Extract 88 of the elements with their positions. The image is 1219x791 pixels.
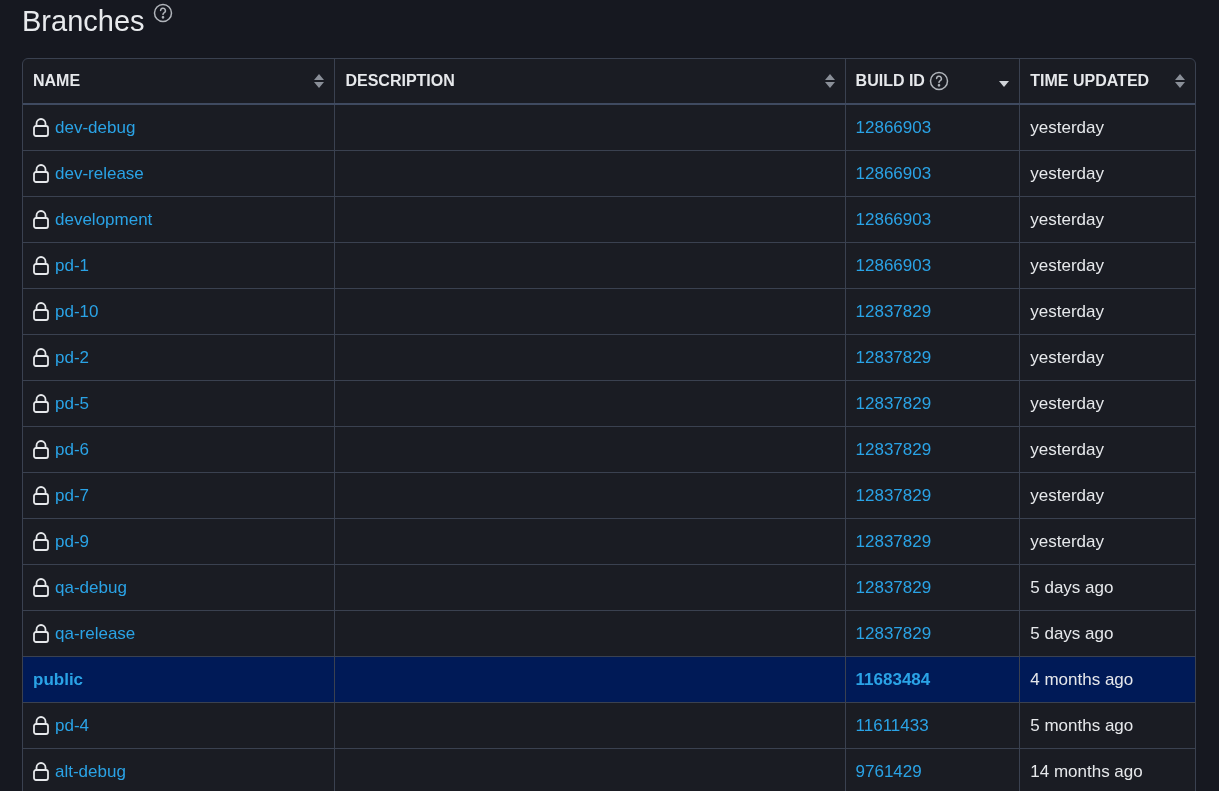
- branch-link[interactable]: pd-9: [55, 528, 90, 555]
- time-updated-text: yesterday: [1030, 392, 1104, 415]
- column-header[interactable]: NAME: [23, 59, 336, 103]
- table-row[interactable]: pd-6 12837829 yesterday: [23, 427, 1195, 473]
- lock-icon: [33, 716, 49, 735]
- time-updated-text: yesterday: [1030, 484, 1104, 507]
- branch-link[interactable]: dev-debug: [55, 114, 136, 141]
- lock-icon: [33, 348, 49, 367]
- time-updated-text: yesterday: [1030, 116, 1104, 139]
- lock-icon: [33, 578, 49, 597]
- table-row[interactable]: alt-debug 9761429 14 months ago: [23, 749, 1195, 791]
- build-id-link[interactable]: 12837829: [855, 528, 932, 555]
- branch-link[interactable]: qa-release: [55, 620, 136, 647]
- branch-link[interactable]: pd-1: [55, 252, 90, 279]
- table-row[interactable]: pd-2 12837829 yesterday: [23, 335, 1195, 381]
- sort-icon[interactable]: [314, 74, 325, 88]
- column-label: BUILD ID: [855, 71, 925, 91]
- branch-link[interactable]: pd-2: [55, 344, 90, 371]
- lock-icon: [33, 440, 49, 459]
- help-icon[interactable]: [928, 71, 949, 91]
- build-id-link[interactable]: 12837829: [855, 298, 932, 325]
- branch-link[interactable]: development: [55, 206, 153, 233]
- sort-descending-icon[interactable]: [999, 81, 1010, 87]
- lock-icon: [33, 302, 49, 321]
- time-updated-text: 5 days ago: [1030, 622, 1114, 645]
- build-id-link[interactable]: 12866903: [855, 160, 932, 187]
- lock-icon: [33, 486, 49, 505]
- sort-icon[interactable]: [824, 74, 835, 88]
- table-row[interactable]: pd-10 12837829 yesterday: [23, 289, 1195, 335]
- table-row[interactable]: pd-5 12837829 yesterday: [23, 381, 1195, 427]
- time-updated-text: yesterday: [1030, 300, 1104, 323]
- build-id-link[interactable]: 11683484: [855, 666, 931, 693]
- table-row[interactable]: qa-debug 12837829 5 days ago: [23, 565, 1195, 611]
- table-row[interactable]: dev-debug 12866903 yesterday: [23, 105, 1195, 151]
- branch-link[interactable]: pd-5: [55, 390, 90, 417]
- build-id-link[interactable]: 12866903: [855, 114, 932, 141]
- time-updated-text: 14 months ago: [1030, 760, 1143, 783]
- time-updated-text: 4 months ago: [1030, 668, 1134, 691]
- lock-icon: [33, 532, 49, 551]
- build-id-link[interactable]: 12866903: [855, 206, 932, 233]
- build-id-link[interactable]: 12837829: [855, 620, 932, 647]
- branch-link[interactable]: pd-6: [55, 436, 90, 463]
- build-id-link[interactable]: 12837829: [855, 390, 932, 417]
- lock-icon: [33, 164, 49, 183]
- time-updated-text: yesterday: [1030, 254, 1104, 277]
- lock-icon: [33, 118, 49, 137]
- build-id-link[interactable]: 12837829: [855, 482, 932, 509]
- table-row[interactable]: pd-1 12866903 yesterday: [23, 243, 1195, 289]
- time-updated-text: yesterday: [1030, 208, 1104, 231]
- time-updated-text: yesterday: [1030, 346, 1104, 369]
- build-id-link[interactable]: 11611433: [855, 712, 929, 739]
- branch-link[interactable]: pd-7: [55, 482, 90, 509]
- build-id-link[interactable]: 12866903: [855, 252, 932, 279]
- column-header[interactable]: TIME UPDATED: [1020, 59, 1195, 103]
- table-row[interactable]: pd-7 12837829 yesterday: [23, 473, 1195, 519]
- branch-link[interactable]: alt-debug: [55, 758, 126, 785]
- lock-icon: [33, 256, 49, 275]
- branch-link[interactable]: public: [33, 666, 84, 693]
- column-label: NAME: [33, 71, 81, 91]
- time-updated-text: yesterday: [1030, 530, 1104, 553]
- column-label: TIME UPDATED: [1030, 71, 1150, 91]
- column-label: DESCRIPTION: [345, 71, 455, 91]
- branch-link[interactable]: pd-10: [55, 298, 99, 325]
- build-id-link[interactable]: 9761429: [855, 758, 922, 785]
- time-updated-text: yesterday: [1030, 438, 1104, 461]
- table-row[interactable]: pd-4 11611433 5 months ago: [23, 703, 1195, 749]
- time-updated-text: 5 days ago: [1030, 576, 1114, 599]
- page-title: Branches: [22, 4, 145, 39]
- lock-icon: [33, 210, 49, 229]
- lock-icon: [33, 624, 49, 643]
- column-header[interactable]: BUILD ID: [845, 59, 1021, 103]
- table-row[interactable]: development 12866903 yesterday: [23, 197, 1195, 243]
- build-id-link[interactable]: 12837829: [855, 436, 932, 463]
- help-icon[interactable]: [152, 3, 173, 23]
- branch-link[interactable]: dev-release: [55, 160, 144, 187]
- column-header[interactable]: DESCRIPTION: [335, 59, 846, 103]
- build-id-link[interactable]: 12837829: [855, 574, 932, 601]
- build-id-link[interactable]: 12837829: [855, 344, 932, 371]
- table-row[interactable]: pd-9 12837829 yesterday: [23, 519, 1195, 565]
- table-row[interactable]: public 11683484 4 months ago: [23, 657, 1195, 703]
- time-updated-text: yesterday: [1030, 162, 1104, 185]
- sort-icon[interactable]: [1175, 74, 1185, 88]
- time-updated-text: 5 months ago: [1030, 714, 1134, 737]
- table-row[interactable]: dev-release 12866903 yesterday: [23, 151, 1195, 197]
- branch-link[interactable]: pd-4: [55, 712, 90, 739]
- branch-link[interactable]: qa-debug: [55, 574, 127, 601]
- lock-icon: [33, 762, 49, 781]
- lock-icon: [33, 394, 49, 413]
